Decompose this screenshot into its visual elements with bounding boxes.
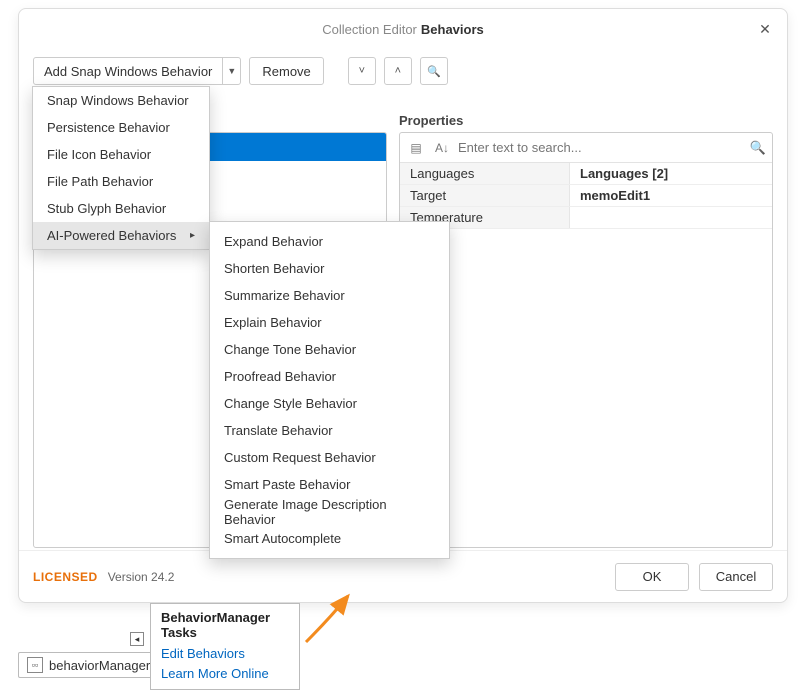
move-down-button[interactable]: ˅: [348, 57, 376, 85]
menu-item-expand[interactable]: Expand Behavior: [210, 228, 449, 255]
menu-item-change-tone[interactable]: Change Tone Behavior: [210, 336, 449, 363]
alphabetical-icon[interactable]: A↓: [432, 141, 452, 155]
property-value[interactable]: memoEdit1: [570, 188, 772, 203]
license-badge: LICENSED: [33, 570, 98, 584]
chevron-up-icon: ˄: [395, 65, 401, 77]
property-row[interactable]: Languages Languages [2]: [400, 163, 772, 185]
add-behavior-button[interactable]: Add Snap Windows Behavior: [34, 58, 222, 84]
property-search-input[interactable]: [458, 140, 744, 155]
smart-tag-glyph[interactable]: ◂: [130, 632, 144, 646]
menu-item-shorten[interactable]: Shorten Behavior: [210, 255, 449, 282]
menu-item-proofread[interactable]: Proofread Behavior: [210, 363, 449, 390]
menu-item-file-path[interactable]: File Path Behavior: [33, 168, 209, 195]
property-value[interactable]: Languages [2]: [570, 166, 772, 181]
property-row[interactable]: Target memoEdit1: [400, 185, 772, 207]
remove-button[interactable]: Remove: [249, 57, 323, 85]
menu-item-explain[interactable]: Explain Behavior: [210, 309, 449, 336]
property-grid-body: Languages Languages [2] Target memoEdit1…: [400, 163, 772, 229]
menu-item-file-icon[interactable]: File Icon Behavior: [33, 141, 209, 168]
menu-item-snap-windows[interactable]: Snap Windows Behavior: [33, 87, 209, 114]
title-bar: Collection Editor Behaviors ✕: [19, 9, 787, 49]
add-behavior-split-button[interactable]: Add Snap Windows Behavior ▼: [33, 57, 241, 85]
menu-item-stub-glyph[interactable]: Stub Glyph Behavior: [33, 195, 209, 222]
menu-item-generate-image-description[interactable]: Generate Image Description Behavior: [210, 498, 449, 525]
menu-item-smart-autocomplete[interactable]: Smart Autocomplete: [210, 525, 449, 552]
chevron-down-icon: ˅: [359, 65, 365, 77]
chevron-right-icon: ▸: [190, 230, 195, 241]
component-icon: ▫▫: [27, 657, 43, 673]
property-name: Target: [400, 185, 570, 206]
smart-tag-flyout: BehaviorManager Tasks Edit Behaviors Lea…: [150, 603, 300, 690]
property-row[interactable]: Temperature: [400, 207, 772, 229]
menu-item-change-style[interactable]: Change Style Behavior: [210, 390, 449, 417]
cancel-button[interactable]: Cancel: [699, 563, 773, 591]
version-label: Version 24.2: [108, 570, 175, 584]
menu-item-translate[interactable]: Translate Behavior: [210, 417, 449, 444]
property-name: Languages: [400, 163, 570, 184]
search-button[interactable]: 🔍: [420, 57, 448, 85]
title-main: Behaviors: [421, 22, 484, 37]
add-behavior-menu: Snap Windows Behavior Persistence Behavi…: [32, 86, 210, 250]
component-tray-item[interactable]: ▫▫ behaviorManager1: [18, 652, 166, 678]
search-icon[interactable]: 🔍: [750, 140, 766, 156]
menu-item-summarize[interactable]: Summarize Behavior: [210, 282, 449, 309]
menu-item-custom-request[interactable]: Custom Request Behavior: [210, 444, 449, 471]
search-icon: 🔍: [427, 65, 441, 78]
menu-item-smart-paste[interactable]: Smart Paste Behavior: [210, 471, 449, 498]
component-name: behaviorManager1: [49, 658, 157, 673]
properties-label: Properties: [399, 113, 773, 128]
close-icon: ✕: [759, 21, 771, 38]
ok-button[interactable]: OK: [615, 563, 689, 591]
property-search-row: ▤ A↓ 🔍: [400, 133, 772, 163]
menu-item-persistence[interactable]: Persistence Behavior: [33, 114, 209, 141]
flyout-title: BehaviorManager Tasks: [161, 610, 289, 640]
property-grid: ▤ A↓ 🔍 Languages Languages [2] Target me…: [399, 132, 773, 548]
ai-behaviors-submenu: Expand Behavior Shorten Behavior Summari…: [209, 221, 450, 559]
edit-behaviors-link[interactable]: Edit Behaviors: [161, 644, 289, 664]
add-behavior-caret[interactable]: ▼: [222, 58, 240, 84]
chevron-down-icon: ▼: [227, 66, 236, 76]
learn-more-link[interactable]: Learn More Online: [161, 664, 289, 684]
categorized-icon[interactable]: ▤: [406, 141, 426, 155]
menu-item-ai-powered[interactable]: AI-Powered Behaviors ▸: [33, 222, 209, 249]
title-prefix: Collection Editor: [322, 22, 417, 37]
move-up-button[interactable]: ˄: [384, 57, 412, 85]
close-button[interactable]: ✕: [753, 17, 777, 41]
